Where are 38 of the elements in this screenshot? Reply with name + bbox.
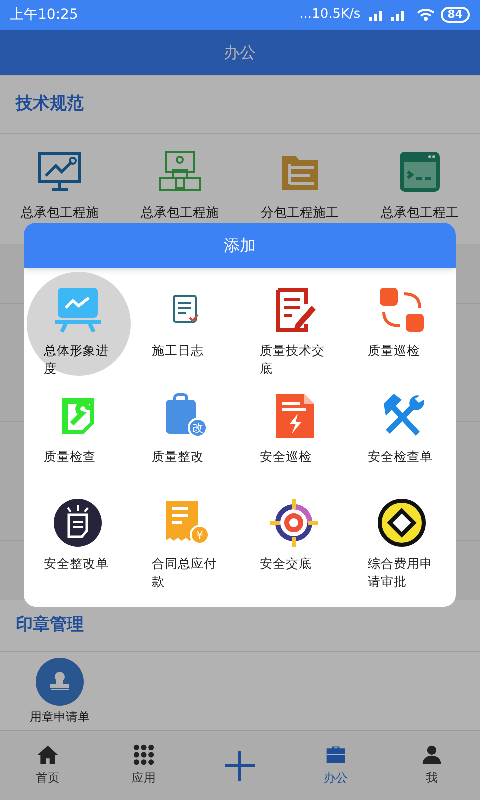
grid-item[interactable]: 安全整改单 <box>32 490 124 597</box>
grid-item[interactable]: 总体形象进度 <box>32 278 124 384</box>
target-icon <box>268 496 320 549</box>
dialog-title: 添加 <box>224 234 256 256</box>
clock-text: 上午10:25 <box>10 6 78 24</box>
grid-item[interactable]: 安全检查单 <box>356 384 448 491</box>
tab-item[interactable]: 首页 <box>0 731 96 800</box>
item-label[interactable]: 总承包工程施 <box>141 204 219 224</box>
grid-item[interactable]: 综合费用申请审批 <box>356 490 448 597</box>
grid-item[interactable]: 质量检查 <box>32 384 124 491</box>
grid-item[interactable]: ¥ 合同总应付款 <box>140 490 232 597</box>
item-label[interactable]: 总承包工程工 <box>381 204 459 224</box>
tab-item[interactable]: 应用 <box>96 731 192 800</box>
item-label[interactable]: 用章申请单 <box>30 708 90 726</box>
grid-item[interactable]: 质量巡检 <box>356 278 448 384</box>
grid-item[interactable]: 改 质量整改 <box>140 384 232 491</box>
briefcase-icon <box>325 744 347 766</box>
coin-icon <box>376 496 428 549</box>
header-title: 办公 <box>224 42 256 64</box>
battery-text: 84 <box>440 7 470 23</box>
grid-icon <box>133 744 155 766</box>
grid-item[interactable]: 安全巡检 <box>248 384 340 491</box>
home-icon <box>37 744 59 766</box>
person-icon <box>421 744 443 766</box>
grid-item[interactable]: 施工日志 <box>140 278 232 384</box>
item-label[interactable]: 总承包工程施 <box>21 204 99 224</box>
item-label[interactable]: 分包工程施工 <box>261 204 339 224</box>
grid-item[interactable]: 安全交底 <box>248 490 340 597</box>
notice-board-icon <box>52 496 104 549</box>
network-speed-text: ...10.5K/s <box>300 6 361 24</box>
section-title: 技术规范 <box>16 92 84 116</box>
section-title: 印章管理 <box>16 614 84 637</box>
grid-item[interactable]: 质量技术交底 <box>248 278 340 384</box>
wifi-icon <box>416 8 435 22</box>
plus-icon <box>224 750 256 782</box>
tab-item[interactable]: 办公 <box>288 731 384 800</box>
tab-item[interactable]: 我 <box>384 731 480 800</box>
stamp-icon <box>36 658 84 706</box>
